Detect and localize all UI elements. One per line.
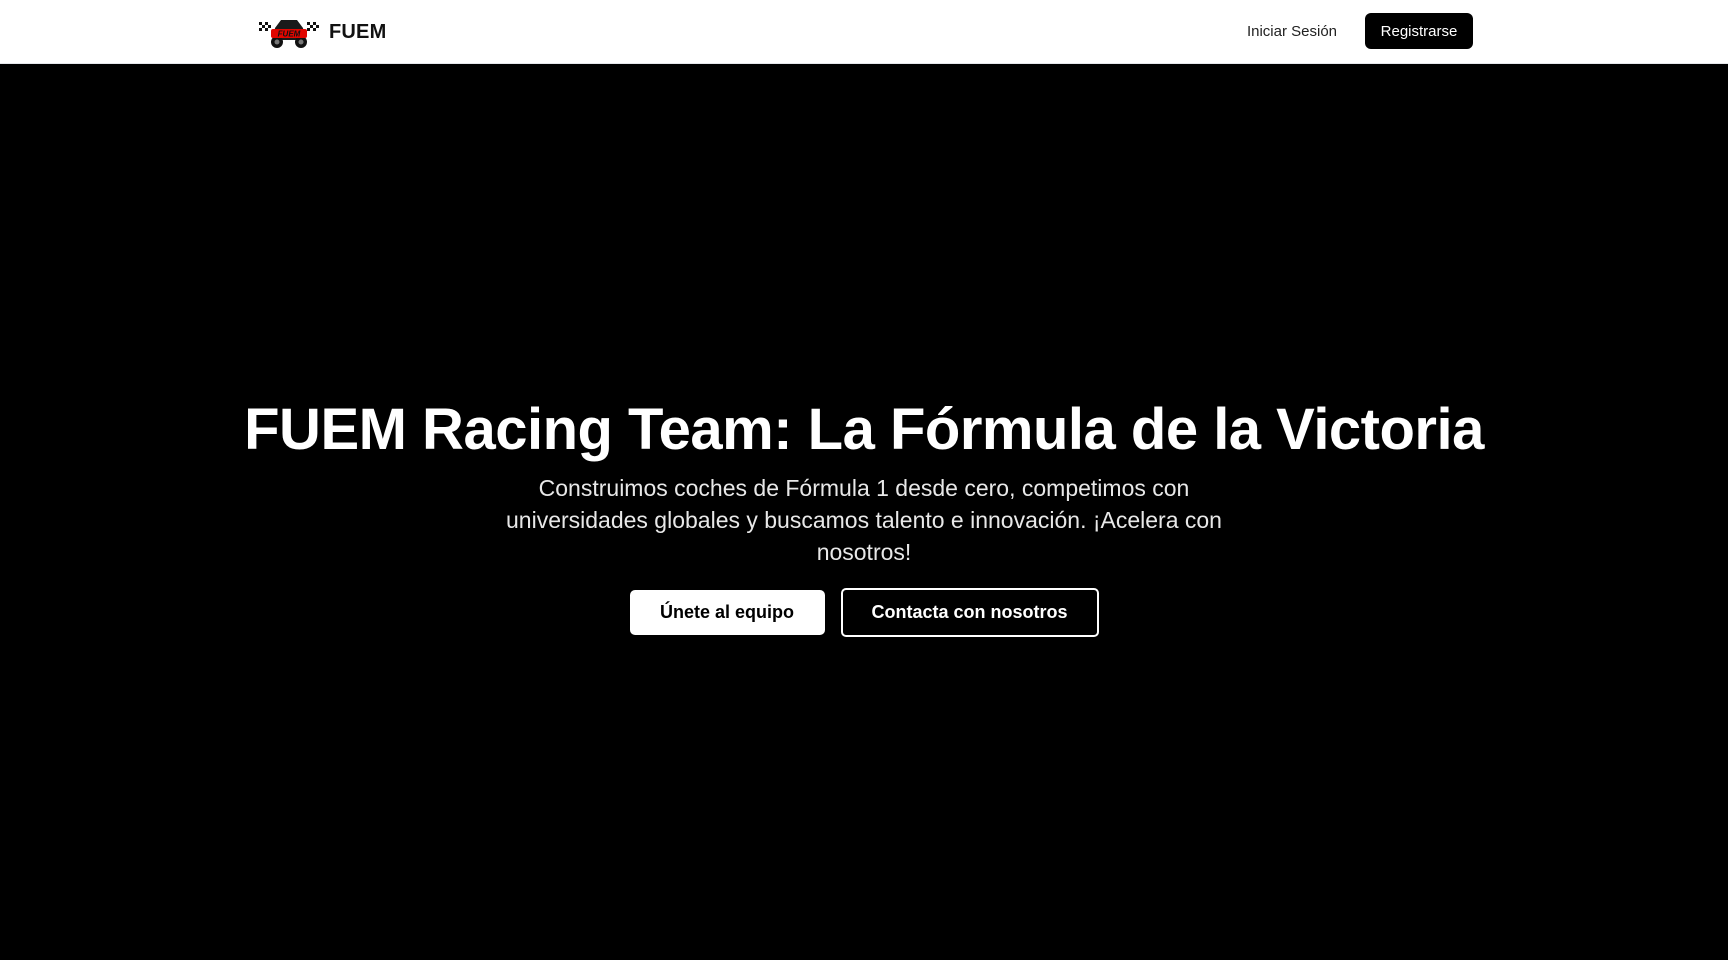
login-button[interactable]: Iniciar Sesión: [1233, 15, 1351, 48]
hero-content: FUEM Racing Team: La Fórmula de la Victo…: [0, 395, 1728, 637]
join-team-button[interactable]: Únete al equipo: [629, 590, 825, 635]
top-navbar: FUEM FUEM Iniciar Sesión Registrarse: [0, 0, 1728, 64]
hero-cta-group: Únete al equipo Contacta con nosotros: [0, 588, 1728, 637]
auth-actions: Iniciar Sesión Registrarse: [1233, 13, 1473, 49]
brand-home-link[interactable]: FUEM FUEM: [257, 12, 386, 52]
hero-section: FUEM Racing Team: La Fórmula de la Victo…: [0, 64, 1728, 960]
hero-title: FUEM Racing Team: La Fórmula de la Victo…: [244, 397, 1484, 462]
contact-us-button[interactable]: Contacta con nosotros: [840, 588, 1099, 637]
hero-subtitle: Construimos coches de Fórmula 1 desde ce…: [506, 475, 1222, 565]
brand-name: FUEM: [329, 20, 387, 43]
racing-car-logo-icon: FUEM: [259, 20, 319, 48]
svg-text:FUEM: FUEM: [278, 30, 301, 39]
register-button[interactable]: Registrarse: [1365, 13, 1473, 49]
